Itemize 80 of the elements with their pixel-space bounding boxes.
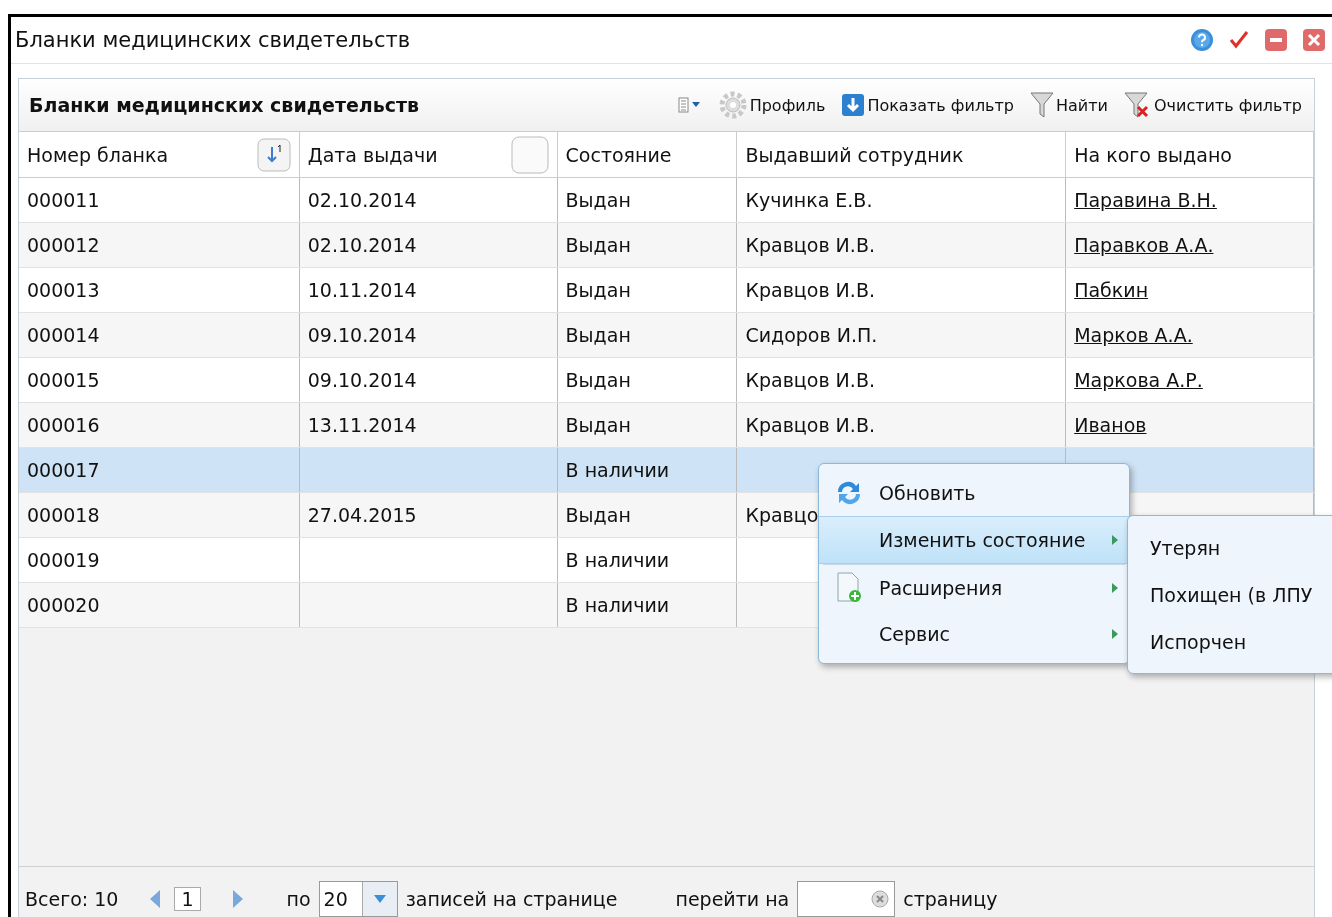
check-icon[interactable] — [1228, 29, 1250, 51]
funnel-clear-button[interactable]: Очистить фильтр — [1120, 91, 1306, 119]
table-row[interactable]: 000013 10.11.2014 Выдан Кравцов И.В. Пабкин — [19, 268, 1314, 313]
minimize-icon[interactable] — [1264, 28, 1288, 52]
close-icon[interactable] — [1302, 28, 1326, 52]
table-cell: 09.10.2014 — [307, 369, 417, 391]
table-cell: Кравцов И.В. — [745, 234, 875, 256]
recipient-link[interactable]: Паравков А.А. — [1074, 234, 1214, 256]
dropdown-icon[interactable] — [372, 894, 387, 904]
sort-icon[interactable] — [256, 137, 291, 172]
table-cell: 000016 — [27, 414, 100, 436]
table-cell: В наличии — [565, 594, 670, 616]
table-cell: 000020 — [27, 594, 100, 616]
table-cell: В наличии — [565, 549, 670, 571]
menu-item[interactable]: Изменить состояние — [819, 516, 1129, 564]
table-cell: Кравцо — [745, 504, 819, 526]
recipient-link[interactable]: Маркова А.Р. — [1074, 369, 1203, 391]
table-cell: Выдан — [565, 279, 631, 301]
table-cell: 000014 — [27, 324, 100, 346]
table-cell: 10.11.2014 — [307, 279, 417, 301]
table-cell: Кравцов И.В. — [745, 369, 875, 391]
help-icon[interactable] — [1190, 28, 1214, 52]
document-add-icon — [835, 572, 863, 604]
table-cell: Выдан — [565, 189, 631, 211]
table-cell: 02.10.2014 — [307, 189, 417, 211]
window-title: Бланки медицинских свидетельств — [15, 28, 411, 52]
recipient-link[interactable]: Паравина В.Н. — [1074, 189, 1217, 211]
goto-label: перейти на — [675, 888, 790, 910]
table-cell: Кравцов И.В. — [745, 279, 875, 301]
table-cell: 000013 — [27, 279, 100, 301]
table-cell: 000017 — [27, 459, 100, 481]
recipient-link[interactable]: Иванов — [1074, 414, 1147, 436]
table-cell: Выдан — [565, 234, 631, 256]
goto-suffix: страницу — [903, 888, 998, 910]
gear-button[interactable]: Профиль — [713, 90, 830, 120]
submenu-arrow-icon — [1111, 582, 1119, 594]
funnel-icon — [1030, 91, 1055, 119]
column-header[interactable]: На кого выдано — [1066, 132, 1314, 177]
recipient-link[interactable]: Пабкин — [1074, 279, 1149, 301]
table-cell: 000012 — [27, 234, 100, 256]
table-cell: 02.10.2014 — [307, 234, 417, 256]
column-header[interactable]: Дата выдачи — [299, 132, 558, 177]
list-icon — [677, 97, 702, 113]
table-cell: 13.11.2014 — [307, 414, 417, 436]
per-page-label: по — [286, 888, 311, 910]
table-cell: 27.04.2015 — [307, 504, 417, 526]
table-cell: В наличии — [565, 459, 670, 481]
column-header[interactable]: Номер бланка — [19, 132, 300, 177]
table-cell: Выдан — [565, 504, 631, 526]
page-number: 1 — [174, 887, 201, 911]
table-row[interactable]: 000015 09.10.2014 Выдан Кравцов И.В. Маркова А.Р. — [19, 358, 1314, 403]
table-cell: 000019 — [27, 549, 100, 571]
per-page-field[interactable]: 20 — [318, 881, 398, 917]
column-header[interactable]: Выдавший сотрудник — [737, 132, 1067, 177]
table-cell: 000011 — [27, 189, 100, 211]
recipient-link[interactable]: Марков А.А. — [1074, 324, 1193, 346]
show-filter-button[interactable]: Показать фильтр — [837, 93, 1019, 117]
table-cell: Кравцов И.В. — [745, 414, 875, 436]
gear-icon — [717, 90, 748, 120]
table-cell: 000015 — [27, 369, 100, 391]
table-cell: Сидоров И.П. — [745, 324, 878, 346]
submenu-arrow-icon — [1111, 534, 1119, 546]
total-count: Всего: 10 — [25, 888, 119, 910]
panel-title: Бланки медицинских свидетельств — [29, 94, 420, 116]
table-cell: Выдан — [565, 414, 631, 436]
table-cell: Выдан — [565, 369, 631, 391]
table-row[interactable]: 000011 02.10.2014 Выдан Кучинка Е.В. Паравина В.Н. — [19, 178, 1314, 223]
table-cell: Кучинка Е.В. — [745, 189, 873, 211]
table-row[interactable]: 000012 02.10.2014 Выдан Кравцов И.В. Паравков А.А. — [19, 223, 1314, 268]
per-page-suffix: записей на странице — [405, 888, 618, 910]
table-row[interactable]: 000016 13.11.2014 Выдан Кравцов И.В. Иванов — [19, 403, 1314, 448]
goto-page-field[interactable] — [797, 881, 896, 917]
table-row[interactable]: 000014 09.10.2014 Выдан Сидоров И.П. Марков А.А. — [19, 313, 1314, 358]
table-cell: 000018 — [27, 504, 100, 526]
submenu-arrow-icon — [1111, 628, 1119, 640]
clear-icon[interactable] — [870, 889, 891, 909]
funnel-button[interactable]: Найти — [1026, 91, 1112, 119]
table-cell: Выдан — [565, 324, 631, 346]
table-cell: 09.10.2014 — [307, 324, 417, 346]
column-header[interactable]: Состояние — [557, 132, 738, 177]
